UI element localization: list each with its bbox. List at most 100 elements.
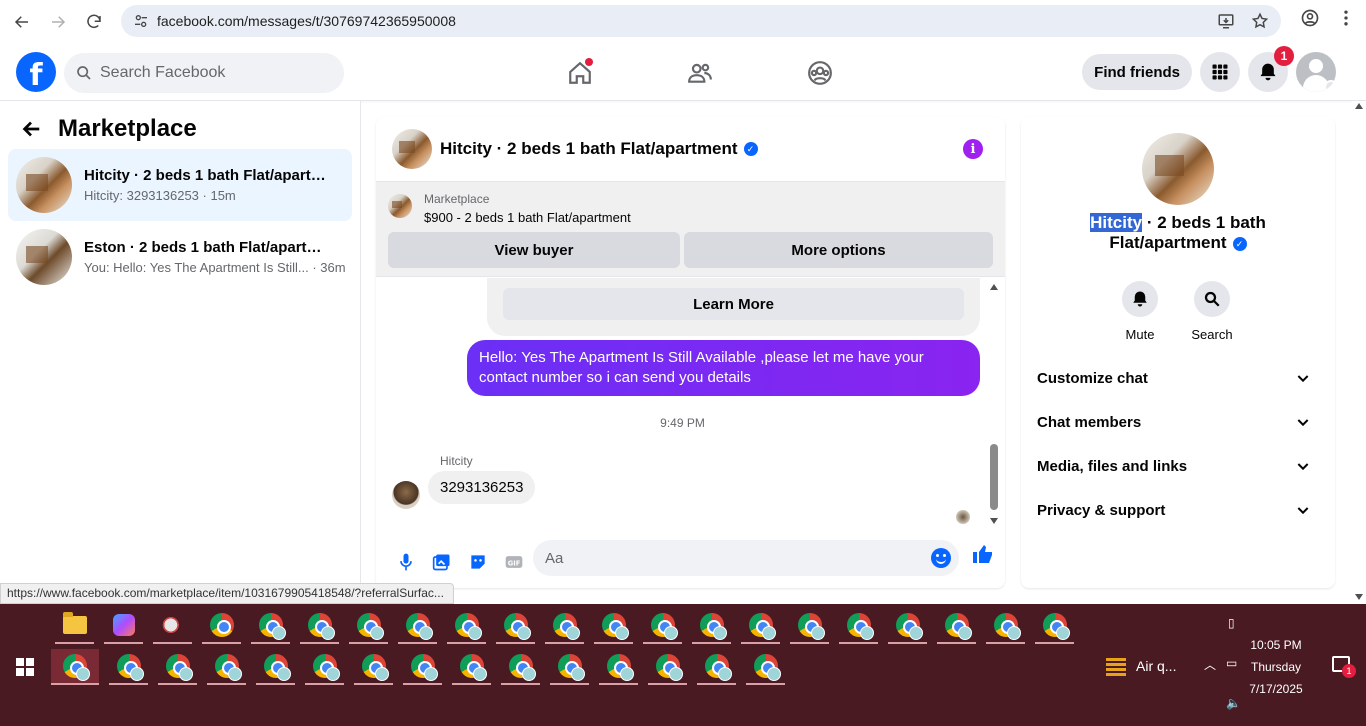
clock-date: 7/17/2025: [1249, 682, 1303, 696]
facebook-logo[interactable]: f: [16, 52, 56, 93]
menu-button[interactable]: [1200, 52, 1240, 92]
groups-tab[interactable]: [760, 44, 880, 101]
chevron-down-icon: [1297, 375, 1309, 383]
app-icon[interactable]: [153, 608, 192, 644]
site-settings-icon[interactable]: [133, 13, 149, 29]
forward-icon[interactable]: [40, 4, 76, 40]
friends-tab[interactable]: [640, 44, 760, 101]
view-buyer-button[interactable]: View buyer: [388, 232, 680, 268]
chrome-profile-icon[interactable]: [1035, 608, 1074, 644]
account-avatar[interactable]: [1296, 52, 1336, 92]
chrome-profile-icon[interactable]: [403, 649, 442, 685]
chrome-profile-icon[interactable]: [790, 608, 829, 644]
chat-scrollbar[interactable]: [989, 284, 999, 524]
sticker-icon[interactable]: [460, 544, 496, 580]
chrome-profile-icon[interactable]: [648, 649, 687, 685]
chrome-profile-icon[interactable]: [643, 608, 682, 644]
photo-icon[interactable]: [424, 544, 460, 580]
home-tab[interactable]: [520, 44, 640, 101]
back-arrow-icon[interactable]: [20, 118, 42, 140]
chrome-profile-icon-active[interactable]: [51, 649, 99, 685]
details-title: Hitcity · 2 beds 1 bath Flat/apartment ✓: [1021, 213, 1335, 253]
chrome-profile-icon[interactable]: [692, 608, 731, 644]
mute-button[interactable]: Mute: [1110, 281, 1170, 342]
weather-widget[interactable]: Air q...: [1106, 656, 1176, 676]
system-tray: Air q... ︿ ▭ 🔈 ▯ 10:05 PM Thursday 7/17/…: [1086, 604, 1366, 726]
media-files-links-section[interactable]: Media, files and links: [1037, 444, 1319, 488]
chrome-profile-icon[interactable]: [305, 649, 344, 685]
install-app-icon[interactable]: [1217, 12, 1235, 30]
show-hidden-icons-icon[interactable]: ︿: [1204, 656, 1216, 673]
microphone-icon[interactable]: [388, 544, 424, 580]
learn-more-button[interactable]: Learn More: [503, 288, 964, 320]
conversation-item[interactable]: Eston · 2 beds 1 bath Flat/apartment You…: [8, 221, 352, 293]
chrome-icon[interactable]: [202, 608, 241, 644]
chrome-profile-icon[interactable]: [741, 608, 780, 644]
listing-thumbnail-small[interactable]: [388, 194, 412, 218]
link-status-bar: https://www.facebook.com/marketplace/ite…: [0, 583, 454, 604]
kebab-menu-icon[interactable]: [1336, 8, 1356, 28]
taskbar-row-top: [55, 608, 1074, 644]
chrome-profile-icon[interactable]: [839, 608, 878, 644]
taskview-tray-icon[interactable]: ▯: [1228, 616, 1235, 630]
chat-thumbnail[interactable]: [392, 129, 432, 169]
thumbs-up-icon[interactable]: [971, 542, 995, 571]
conversation-item[interactable]: Hitcity · 2 beds 1 bath Flat/apartm... H…: [8, 149, 352, 221]
privacy-support-section[interactable]: Privacy & support: [1037, 488, 1319, 532]
details-thumbnail[interactable]: [1142, 133, 1214, 205]
info-icon[interactable]: i: [963, 139, 983, 159]
windows-start-icon[interactable]: [16, 658, 34, 676]
chrome-profile-icon[interactable]: [398, 608, 437, 644]
details-name-rest: · 2 beds 1 bath: [1142, 213, 1266, 232]
search-conversation-button[interactable]: Search: [1182, 281, 1242, 342]
chrome-profile-icon[interactable]: [349, 608, 388, 644]
chrome-profile-icon[interactable]: [109, 649, 148, 685]
chat-title[interactable]: Hitcity · 2 beds 1 bath Flat/apartment: [440, 139, 738, 159]
chat-members-section[interactable]: Chat members: [1037, 400, 1319, 444]
chrome-profile-icon[interactable]: [937, 608, 976, 644]
chrome-profile-icon[interactable]: [599, 649, 638, 685]
chevron-down-icon: [1324, 80, 1336, 92]
emoji-icon[interactable]: [931, 548, 951, 568]
chrome-profile-icon[interactable]: [447, 608, 486, 644]
chrome-profile-icon[interactable]: [251, 608, 290, 644]
profile-icon[interactable]: [1300, 8, 1320, 28]
chrome-profile-icon[interactable]: [986, 608, 1025, 644]
gif-icon[interactable]: GIF: [496, 544, 532, 580]
page-scrollbar[interactable]: [1352, 101, 1366, 604]
find-friends-button[interactable]: Find friends: [1082, 54, 1192, 90]
chrome-profile-icon[interactable]: [501, 649, 540, 685]
back-icon[interactable]: [4, 4, 40, 40]
search-input[interactable]: Search Facebook: [64, 53, 344, 93]
more-options-button[interactable]: More options: [684, 232, 993, 268]
listing-price[interactable]: $900 - 2 beds 1 bath Flat/apartment: [424, 210, 631, 225]
chrome-profile-icon[interactable]: [550, 649, 589, 685]
chrome-profile-icon[interactable]: [594, 608, 633, 644]
message-list: Learn More Hello: Yes The Apartment Is S…: [376, 278, 1005, 528]
chrome-profile-icon[interactable]: [697, 649, 736, 685]
notification-center-icon[interactable]: 1: [1332, 656, 1356, 678]
bookmark-star-icon[interactable]: [1251, 12, 1269, 30]
chrome-profile-icon[interactable]: [256, 649, 295, 685]
sender-avatar[interactable]: [392, 481, 420, 509]
url-text[interactable]: facebook.com/messages/t/3076974236595000…: [157, 13, 456, 29]
chrome-profile-icon[interactable]: [300, 608, 339, 644]
windows-taskbar: Air q... ︿ ▭ 🔈 ▯ 10:05 PM Thursday 7/17/…: [0, 604, 1366, 726]
chrome-profile-icon[interactable]: [452, 649, 491, 685]
chrome-profile-icon[interactable]: [888, 608, 927, 644]
message-input[interactable]: Aa: [533, 540, 959, 576]
chrome-profile-icon[interactable]: [207, 649, 246, 685]
chrome-profile-icon[interactable]: [354, 649, 393, 685]
customize-chat-section[interactable]: Customize chat: [1037, 356, 1319, 400]
chrome-profile-icon[interactable]: [746, 649, 785, 685]
chrome-profile-icon[interactable]: [158, 649, 197, 685]
chrome-profile-icon[interactable]: [496, 608, 535, 644]
file-explorer-icon[interactable]: [55, 608, 94, 644]
notifications-button[interactable]: 1: [1248, 46, 1294, 92]
incoming-message: 3293136253: [428, 471, 536, 504]
address-bar[interactable]: facebook.com/messages/t/3076974236595000…: [121, 5, 1281, 37]
chrome-profile-icon[interactable]: [545, 608, 584, 644]
copilot-icon[interactable]: [104, 608, 143, 644]
reload-icon[interactable]: [76, 4, 112, 40]
clock[interactable]: 10:05 PM Thursday 7/17/2025: [1236, 634, 1316, 700]
